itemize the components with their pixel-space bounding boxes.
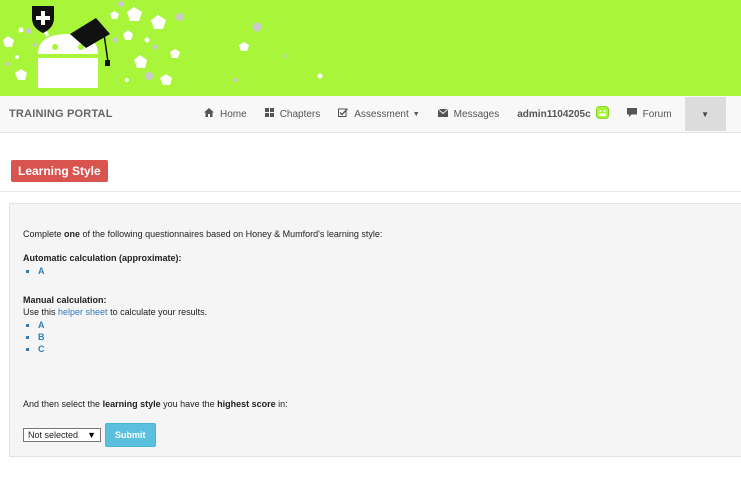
select-middle: you have the [160, 399, 218, 409]
helper-sheet-link[interactable]: helper sheet [58, 307, 108, 317]
banner-graphic [3, 1, 323, 88]
use-suffix: to calculate your results. [107, 307, 208, 317]
submit-button[interactable]: Submit [105, 423, 156, 447]
intro-bold: one [64, 229, 81, 239]
select-bold-style: learning style [102, 399, 161, 409]
grid-icon [264, 108, 274, 120]
manual-links-list: A B C [10, 319, 45, 355]
nav-item-label: Forum [642, 108, 672, 120]
nav-item-messages[interactable]: Messages [429, 96, 509, 132]
dropdown-arrow-icon: ▼ [87, 430, 96, 440]
nav-item-label: Chapters [279, 108, 321, 120]
nav-item-assessment[interactable]: Assessment ▼ [329, 96, 428, 132]
shield-cross-icon [32, 6, 54, 33]
intro-suffix: of the following questionnaires based on… [80, 229, 383, 239]
page-header: Learning Style [0, 133, 741, 192]
questionnaire-link-manual-a[interactable]: A [38, 319, 45, 331]
nav-item-forum[interactable]: Forum [618, 96, 681, 132]
intro-text: Complete one of the following questionna… [23, 229, 382, 239]
envelope-icon [437, 108, 449, 120]
check-square-icon [338, 108, 349, 120]
top-navbar: TRAINING PORTAL Home Chapters Assessment… [0, 96, 741, 133]
brand-title[interactable]: TRAINING PORTAL [9, 108, 113, 120]
comment-icon [626, 108, 637, 120]
select-instruction-text: And then select the learning style you h… [23, 399, 288, 409]
helper-sheet-text: Use this helper sheet to calculate your … [23, 307, 207, 317]
avatar-icon [595, 106, 609, 122]
learning-style-select[interactable]: Not selected ▼ [23, 428, 101, 442]
nav-item-label: Assessment [354, 108, 409, 120]
more-dropdown-button[interactable]: ▼ [684, 97, 726, 131]
caret-down-icon: ▼ [412, 110, 420, 118]
nav-item-label: Messages [453, 108, 500, 120]
caret-down-icon: ▼ [701, 109, 709, 119]
select-suffix: in: [275, 399, 288, 409]
select-bold-score: highest score [217, 399, 276, 409]
nav-item-label: Home [220, 108, 247, 120]
intro-prefix: Complete [23, 229, 65, 239]
nav-item-user[interactable]: admin1104205c [508, 96, 617, 132]
learning-style-form: Not selected ▼ Submit [23, 423, 156, 447]
content-panel: Complete one of the following questionna… [9, 203, 741, 457]
use-prefix: Use this [23, 307, 59, 317]
automatic-links-list: A [10, 265, 45, 277]
manual-calculation-heading: Manual calculation: [23, 295, 107, 305]
questionnaire-link-manual-c[interactable]: C [38, 343, 45, 355]
select-prefix: And then select the [23, 399, 103, 409]
home-icon [204, 108, 214, 120]
header-banner [0, 0, 741, 96]
nav-item-home[interactable]: Home [195, 96, 256, 132]
questionnaire-link-manual-b[interactable]: B [38, 331, 45, 343]
page-title: Learning Style [11, 160, 108, 182]
select-value: Not selected [28, 430, 79, 440]
automatic-calculation-heading: Automatic calculation (approximate): [23, 253, 182, 263]
username-label: admin1104205c [517, 108, 591, 120]
nav-item-chapters[interactable]: Chapters [256, 96, 330, 132]
questionnaire-link-auto-a[interactable]: A [38, 265, 45, 277]
nav-menu: Home Chapters Assessment ▼ Messages admi… [195, 96, 726, 132]
